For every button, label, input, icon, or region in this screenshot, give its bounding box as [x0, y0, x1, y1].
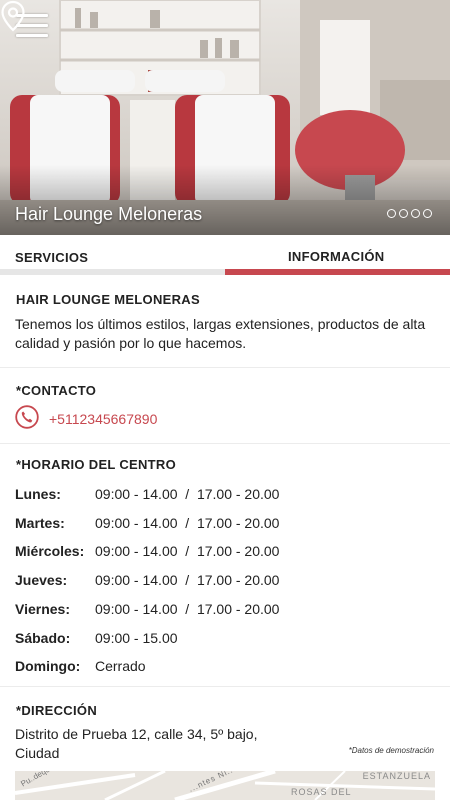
carousel-dot[interactable]: [399, 209, 408, 218]
day-label: Martes:: [15, 515, 65, 531]
about-text: Tenemos los últimos estilos, largas exte…: [15, 316, 426, 351]
hero-image-carousel[interactable]: Hair Lounge Meloneras: [0, 0, 450, 235]
tab-label: INFORMACIÓN: [288, 249, 385, 264]
location-pin-icon[interactable]: [0, 0, 26, 32]
phone-icon[interactable]: [15, 405, 39, 429]
carousel-dot[interactable]: [387, 209, 396, 218]
address-title: *DIRECCIÓN: [16, 703, 98, 718]
time-value: 09:00 - 15.00: [95, 630, 178, 646]
day-label: Domingo:: [15, 658, 81, 674]
contact-section: *CONTACTO: [0, 368, 450, 444]
hours-section: *HORARIO DEL CENTRO: [0, 444, 450, 687]
time-value: 09:00 - 14.00 / 17.00 - 20.00: [95, 515, 280, 531]
tab-bar: SERVICIOS INFORMACIÓN: [0, 235, 450, 275]
map-label: ESTANZUELA: [362, 771, 431, 781]
about-title: HAIR LOUNGE MELONERAS: [16, 292, 200, 307]
carousel-indicators: [387, 209, 432, 218]
time-value: 09:00 - 14.00 / 17.00 - 20.00: [95, 601, 280, 617]
day-label: Miércoles:: [15, 543, 85, 559]
carousel-dot[interactable]: [423, 209, 432, 218]
map-label: ROSAS DEL: [291, 787, 352, 797]
phone-number-link[interactable]: +5112345667890: [49, 411, 157, 427]
day-label: Lunes:: [15, 486, 61, 502]
about-section: HAIR LOUNGE MELONERAS Tenemos los último…: [0, 275, 450, 368]
salon-name-overlay: Hair Lounge Meloneras: [15, 204, 203, 224]
tab-label: SERVICIOS: [15, 250, 89, 265]
carousel-dot[interactable]: [411, 209, 420, 218]
demo-data-note: *Datos de demostración: [348, 746, 434, 755]
address-line-1: Distrito de Prueba 12, calle 34, 5º bajo…: [15, 726, 258, 742]
hours-title: *HORARIO DEL CENTRO: [16, 457, 177, 472]
day-label: Viernes:: [15, 601, 70, 617]
time-value: 09:00 - 14.00 / 17.00 - 20.00: [95, 486, 280, 502]
day-label: Sábado:: [15, 630, 71, 646]
day-label: Jueves:: [15, 572, 68, 588]
time-value: 09:00 - 14.00 / 17.00 - 20.00: [95, 543, 280, 559]
location-map[interactable]: Pu..dequa ...ntes Ni.. ESTANZUELA ROSAS …: [15, 771, 435, 800]
time-value: Cerrado: [95, 658, 146, 674]
time-value: 09:00 - 14.00 / 17.00 - 20.00: [95, 572, 280, 588]
contact-title: *CONTACTO: [16, 383, 97, 398]
tab-informacion[interactable]: INFORMACIÓN: [225, 235, 450, 275]
tab-servicios[interactable]: SERVICIOS: [0, 235, 225, 275]
